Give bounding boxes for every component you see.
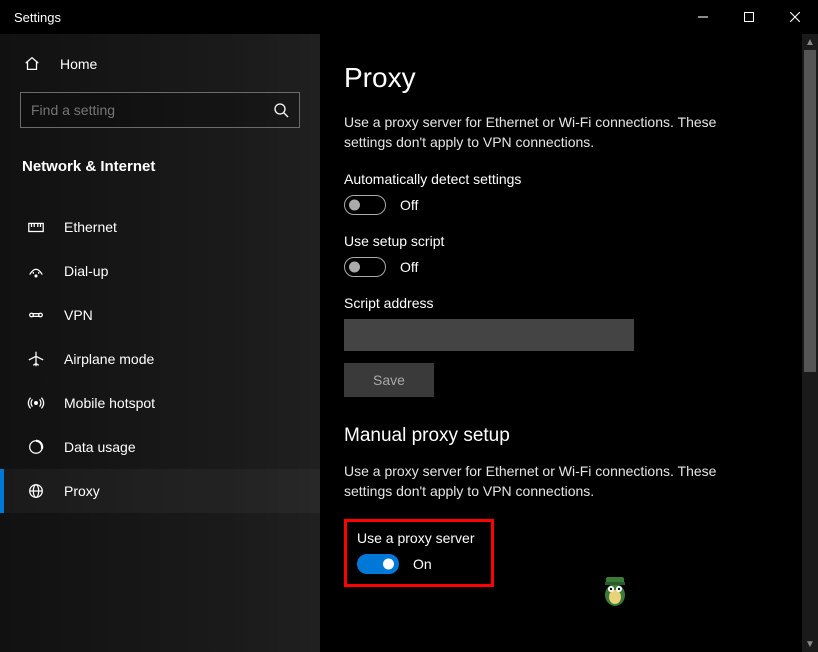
ethernet-icon [26,217,46,237]
use-script-toggle[interactable] [344,257,386,277]
page-title: Proxy [344,62,782,94]
scroll-thumb[interactable] [804,50,816,372]
sidebar-item-hotspot[interactable]: Mobile hotspot [0,381,320,425]
scroll-track[interactable] [802,50,818,636]
use-proxy-state: On [413,556,432,572]
category-header: Network & Internet [0,146,320,193]
home-nav[interactable]: Home [0,42,320,86]
manual-proxy-description: Use a proxy server for Ethernet or Wi-Fi… [344,461,764,502]
scroll-down-arrow[interactable]: ▼ [802,636,818,652]
sidebar-item-proxy[interactable]: Proxy [0,469,320,513]
save-button[interactable]: Save [344,363,434,397]
window-title: Settings [14,10,61,25]
script-address-input[interactable] [344,319,634,351]
use-script-label: Use setup script [344,233,782,249]
window-controls [680,1,818,33]
sidebar-item-label: Proxy [64,483,100,499]
use-proxy-toggle[interactable] [357,554,399,574]
minimize-button[interactable] [680,1,726,33]
dialup-icon [26,261,46,281]
sidebar-item-label: Dial-up [64,263,108,279]
sidebar-item-label: Data usage [64,439,136,455]
highlight-annotation: Use a proxy server On [344,519,494,587]
sidebar: Home Network & Internet Ethernet [0,34,320,652]
close-icon [790,12,800,22]
maximize-icon [744,12,754,22]
sidebar-item-vpn[interactable]: VPN [0,293,320,337]
datausage-icon [26,437,46,457]
search-icon [273,102,289,118]
sidebar-item-label: Mobile hotspot [64,395,155,411]
hotspot-icon [26,393,46,413]
proxy-icon [26,481,46,501]
sidebar-item-label: Airplane mode [64,351,154,367]
scroll-up-arrow[interactable]: ▲ [802,34,818,50]
sidebar-item-airplane[interactable]: Airplane mode [0,337,320,381]
home-label: Home [60,56,97,72]
airplane-icon [26,349,46,369]
maximize-button[interactable] [726,1,772,33]
auto-detect-label: Automatically detect settings [344,171,782,187]
minimize-icon [698,12,708,22]
search-box[interactable] [20,92,300,128]
vertical-scrollbar[interactable]: ▲ ▼ [802,34,818,652]
content-pane: Proxy Use a proxy server for Ethernet or… [320,34,802,652]
vpn-icon [26,305,46,325]
sidebar-item-ethernet[interactable]: Ethernet [0,205,320,249]
script-address-label: Script address [344,295,782,311]
home-icon [22,54,42,74]
sidebar-item-label: VPN [64,307,93,323]
auto-detect-state: Off [400,197,418,213]
manual-proxy-section-title: Manual proxy setup [344,425,782,447]
auto-detect-toggle[interactable] [344,195,386,215]
mascot-icon [598,567,632,610]
sidebar-item-datausage[interactable]: Data usage [0,425,320,469]
search-input[interactable] [31,102,273,118]
sidebar-item-label: Ethernet [64,219,117,235]
proxy-description: Use a proxy server for Ethernet or Wi-Fi… [344,112,764,153]
close-button[interactable] [772,1,818,33]
use-proxy-label: Use a proxy server [357,530,481,546]
sidebar-item-dialup[interactable]: Dial-up [0,249,320,293]
titlebar: Settings [0,0,818,34]
use-script-state: Off [400,259,418,275]
